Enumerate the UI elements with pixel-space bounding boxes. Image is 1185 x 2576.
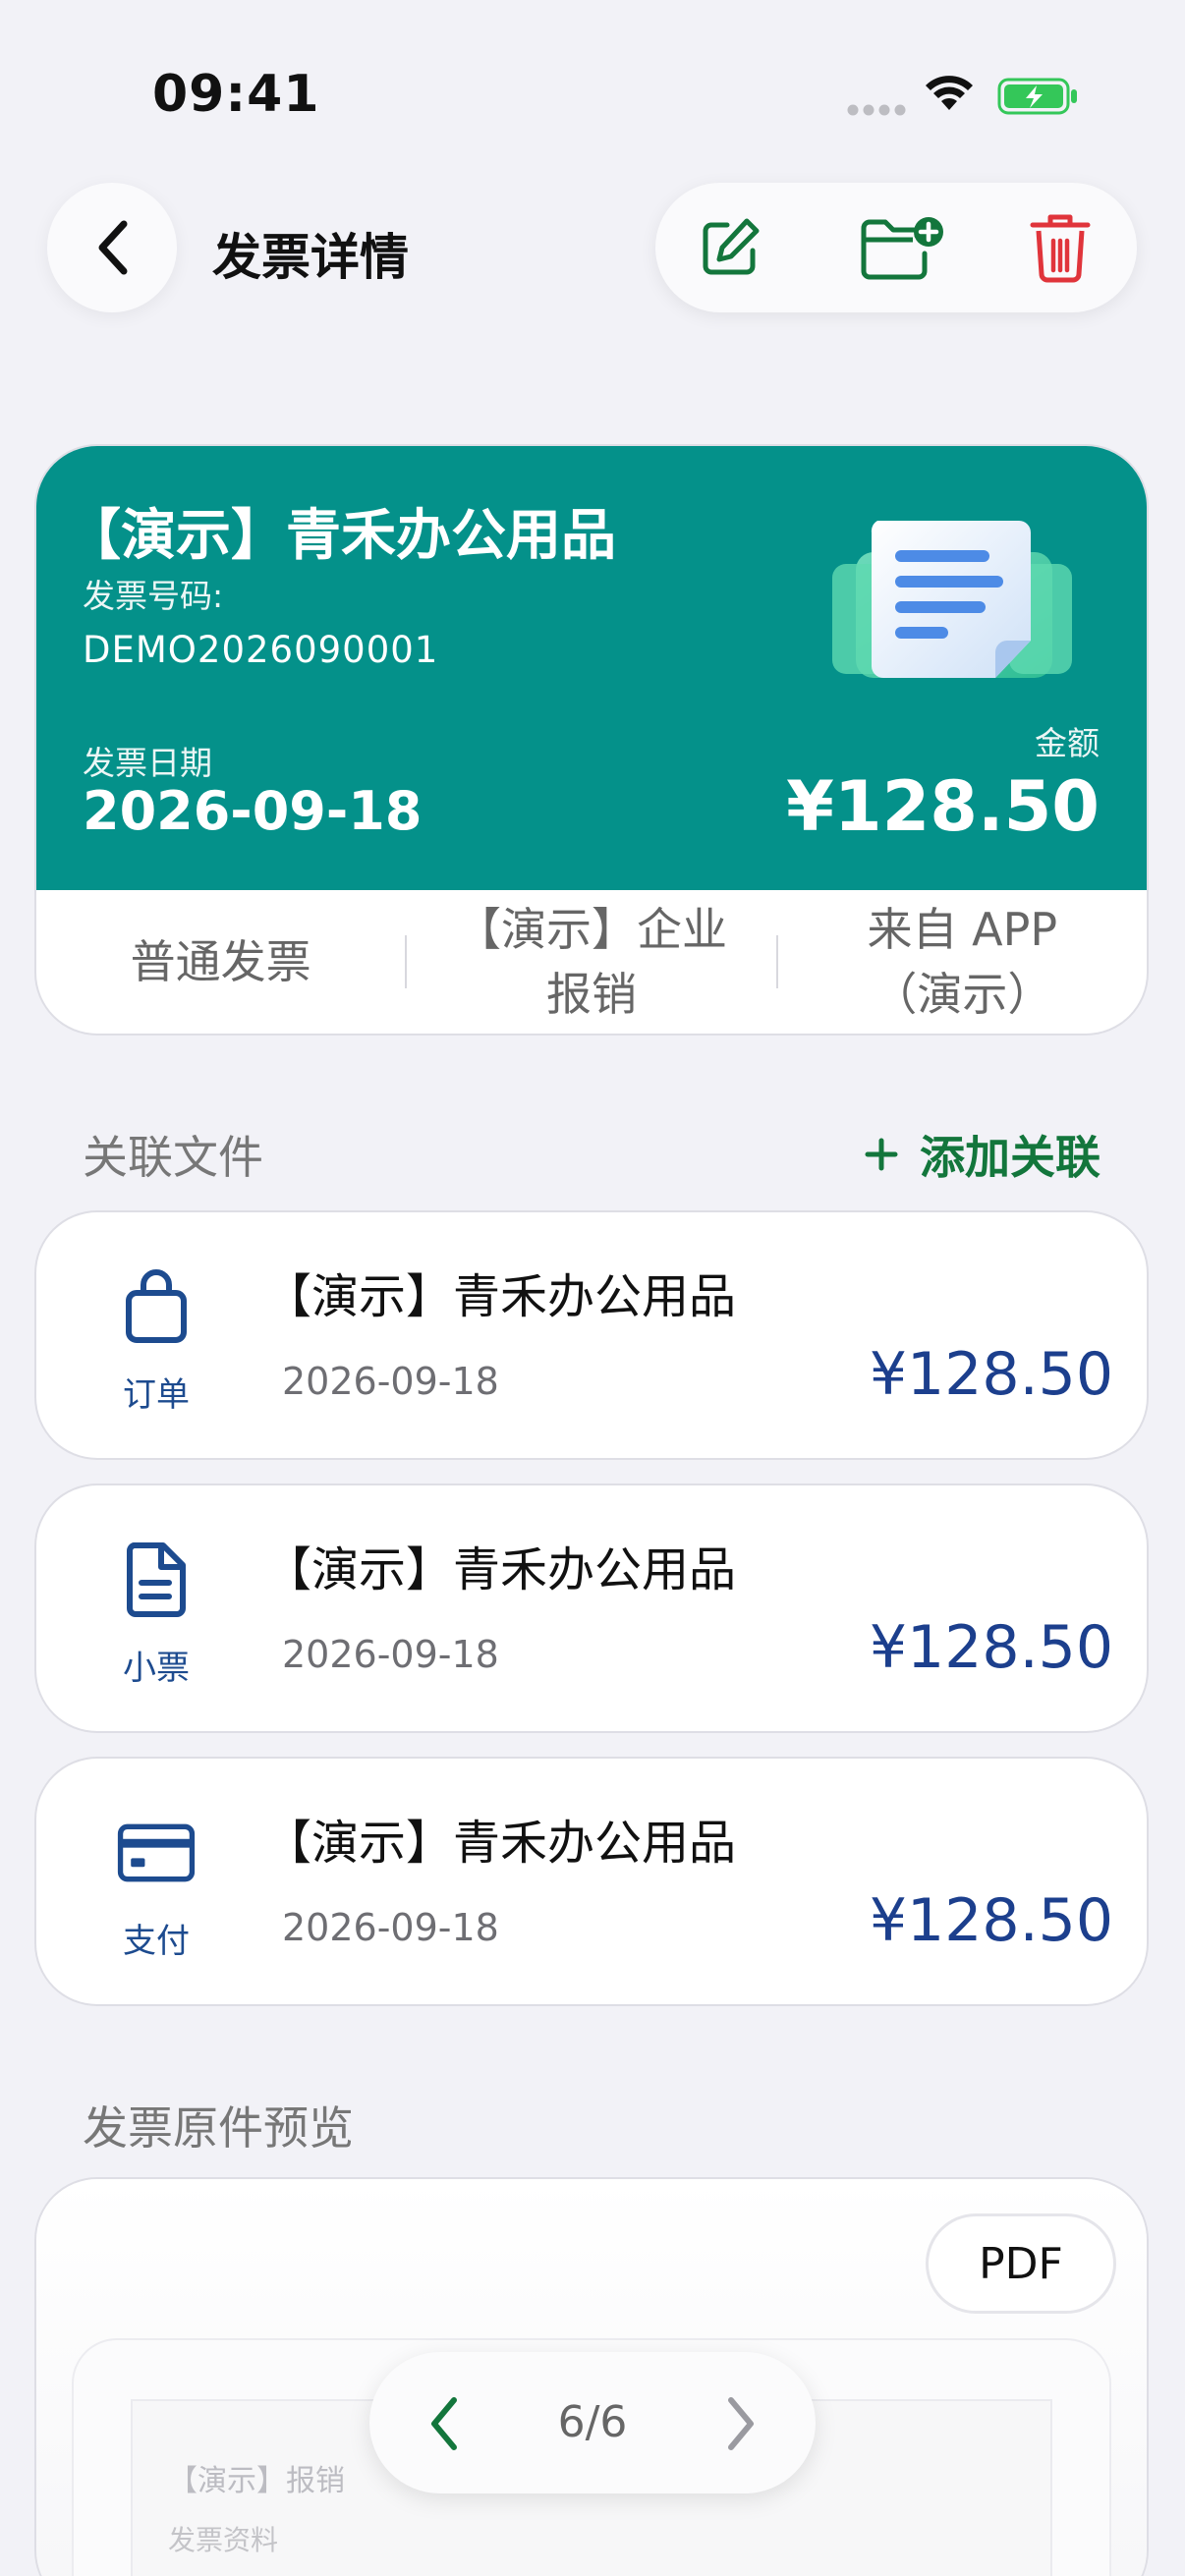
file-amount: ¥128.50 (869, 1886, 1113, 1955)
file-amount: ¥128.50 (869, 1340, 1113, 1409)
invoice-tags: 普通发票 【演示】企业 报销 来自 APP （演示） (36, 890, 1147, 1034)
delete-button[interactable] (1019, 206, 1101, 289)
document-subheading: 发票资料 (168, 2524, 279, 2556)
file-date: 2026-09-18 (282, 1360, 499, 1403)
chevron-left-icon (98, 220, 128, 275)
file-title: 【演示】青禾办公用品 (264, 1269, 737, 1324)
page-title: 发票详情 (212, 229, 409, 286)
edit-icon (703, 218, 760, 275)
toolbar-actions (655, 183, 1137, 312)
next-page-button[interactable] (707, 2389, 776, 2458)
tag-source: 来自 APP （演示） (778, 897, 1147, 1027)
file-date: 2026-09-18 (282, 1906, 499, 1949)
add-to-folder-button[interactable] (854, 206, 952, 289)
format-badge: PDF (929, 2216, 1113, 2311)
battery-icon (997, 77, 1080, 120)
file-kind: 小票 (123, 1649, 190, 1688)
receipt-doc-icon (117, 1540, 196, 1619)
related-file-row[interactable]: 支付 【演示】青禾办公用品 2026-09-18 ¥128.50 (36, 1759, 1147, 2004)
invoice-card: 【演示】青禾办公用品 发票号码: DEMO2026090001 发票日期 202… (36, 446, 1147, 1034)
invoice-date: 2026-09-18 (83, 780, 423, 842)
invoice-header: 【演示】青禾办公用品 发票号码: DEMO2026090001 发票日期 202… (36, 446, 1147, 890)
tag-text: （演示） (872, 968, 1053, 1021)
vendor-name: 【演示】青禾办公用品 (66, 504, 616, 568)
edit-button[interactable] (689, 206, 771, 289)
document-heading: 【演示】报销 (168, 2464, 345, 2498)
status-time: 09:41 (152, 65, 320, 124)
file-title: 【演示】青禾办公用品 (264, 1816, 737, 1871)
file-date: 2026-09-18 (282, 1633, 499, 1676)
file-title: 【演示】青禾办公用品 (264, 1542, 737, 1597)
amount-label: 金额 (1035, 724, 1100, 762)
invoice-number-label: 发票号码: (83, 577, 224, 615)
tag-category: 【演示】企业 报销 (407, 897, 775, 1027)
wifi-icon (924, 73, 975, 116)
tag-text: 【演示】企业 (455, 903, 727, 956)
add-related-button[interactable]: 添加关联 (865, 1122, 1100, 1187)
folder-add-icon (861, 217, 943, 280)
back-button[interactable] (47, 183, 177, 312)
related-file-row[interactable]: 小票 【演示】青禾办公用品 2026-09-18 ¥128.50 (36, 1485, 1147, 1731)
status-bar: 09:41 (0, 0, 1185, 187)
cellular-signal-icon (847, 102, 908, 121)
amount-value: ¥128.50 (786, 766, 1100, 847)
related-files-title: 关联文件 (83, 1131, 263, 1184)
tag-text: 报销 (545, 968, 637, 1021)
page-switcher: 6/6 (369, 2352, 816, 2493)
plus-icon (865, 1138, 898, 1171)
preview-title: 发票原件预览 (83, 2101, 354, 2155)
file-amount: ¥128.50 (869, 1613, 1113, 1682)
tag-text: 普通发票 (130, 935, 311, 988)
document-illustration-icon (813, 503, 1098, 703)
add-related-label: 添加关联 (920, 1131, 1100, 1184)
file-kind: 支付 (123, 1922, 190, 1961)
bag-icon (117, 1267, 196, 1346)
credit-card-icon (117, 1814, 196, 1892)
invoice-number: DEMO2026090001 (83, 629, 439, 671)
trash-icon (1030, 214, 1091, 283)
tag-invoice-type: 普通发票 (36, 929, 405, 994)
invoice-date-label: 发票日期 (83, 744, 212, 782)
tag-text: 来自 APP (867, 903, 1058, 956)
related-file-row[interactable]: 订单 【演示】青禾办公用品 2026-09-18 ¥128.50 (36, 1212, 1147, 1458)
file-kind: 订单 (123, 1375, 190, 1415)
chevron-right-icon (728, 2397, 754, 2450)
